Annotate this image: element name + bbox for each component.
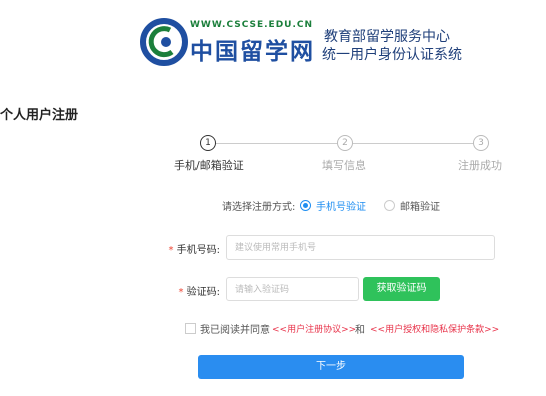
- page-title: 个人用户注册: [0, 108, 79, 123]
- next-button[interactable]: 下一步: [198, 355, 464, 379]
- phone-label: * 手机号码:: [165, 241, 220, 256]
- system-title-line1: 教育部留学服务中心: [324, 29, 450, 45]
- code-label-text: 验证码:: [186, 287, 220, 298]
- step-2-circle: 2: [337, 135, 353, 151]
- step-1-label: 手机/邮箱验证: [174, 159, 244, 172]
- method-label: 请选择注册方式:: [222, 202, 296, 213]
- step-2-label: 填写信息: [322, 159, 366, 172]
- get-code-button[interactable]: 获取验证码: [363, 277, 440, 301]
- cscse-logo-icon: [140, 18, 188, 66]
- agree-checkbox[interactable]: [185, 323, 196, 334]
- privacy-terms-link[interactable]: <<用户授权和隐私保护条款>>: [370, 322, 499, 335]
- agree-and-text: 和: [355, 325, 365, 336]
- step-3-label: 注册成功: [458, 159, 502, 172]
- agree-text: 我已阅读并同意: [200, 325, 270, 336]
- phone-label-text: 手机号码:: [176, 245, 220, 256]
- radio-email-label[interactable]: 邮箱验证: [400, 198, 440, 213]
- user-agreement-link[interactable]: <<用户注册协议>>: [272, 322, 356, 335]
- phone-input[interactable]: 建议使用常用手机号: [226, 235, 495, 260]
- required-mark: *: [178, 287, 184, 298]
- radio-email[interactable]: [384, 200, 395, 211]
- step-3-circle: 3: [473, 135, 489, 151]
- radio-phone[interactable]: [300, 200, 311, 211]
- radio-phone-label[interactable]: 手机号验证: [316, 198, 366, 213]
- step-connector-2: [352, 143, 474, 144]
- code-label: * 验证码:: [165, 283, 220, 298]
- code-input[interactable]: 请输入验证码: [226, 277, 359, 301]
- system-title-line2: 统一用户身份认证系统: [322, 47, 462, 63]
- required-mark: *: [168, 245, 174, 256]
- logo-brand-text: 中国留学网: [190, 38, 315, 65]
- logo-url-text: WWW.CSCSE.EDU.CN: [190, 20, 314, 30]
- step-connector-1: [216, 143, 338, 144]
- step-1-circle: 1: [200, 135, 216, 151]
